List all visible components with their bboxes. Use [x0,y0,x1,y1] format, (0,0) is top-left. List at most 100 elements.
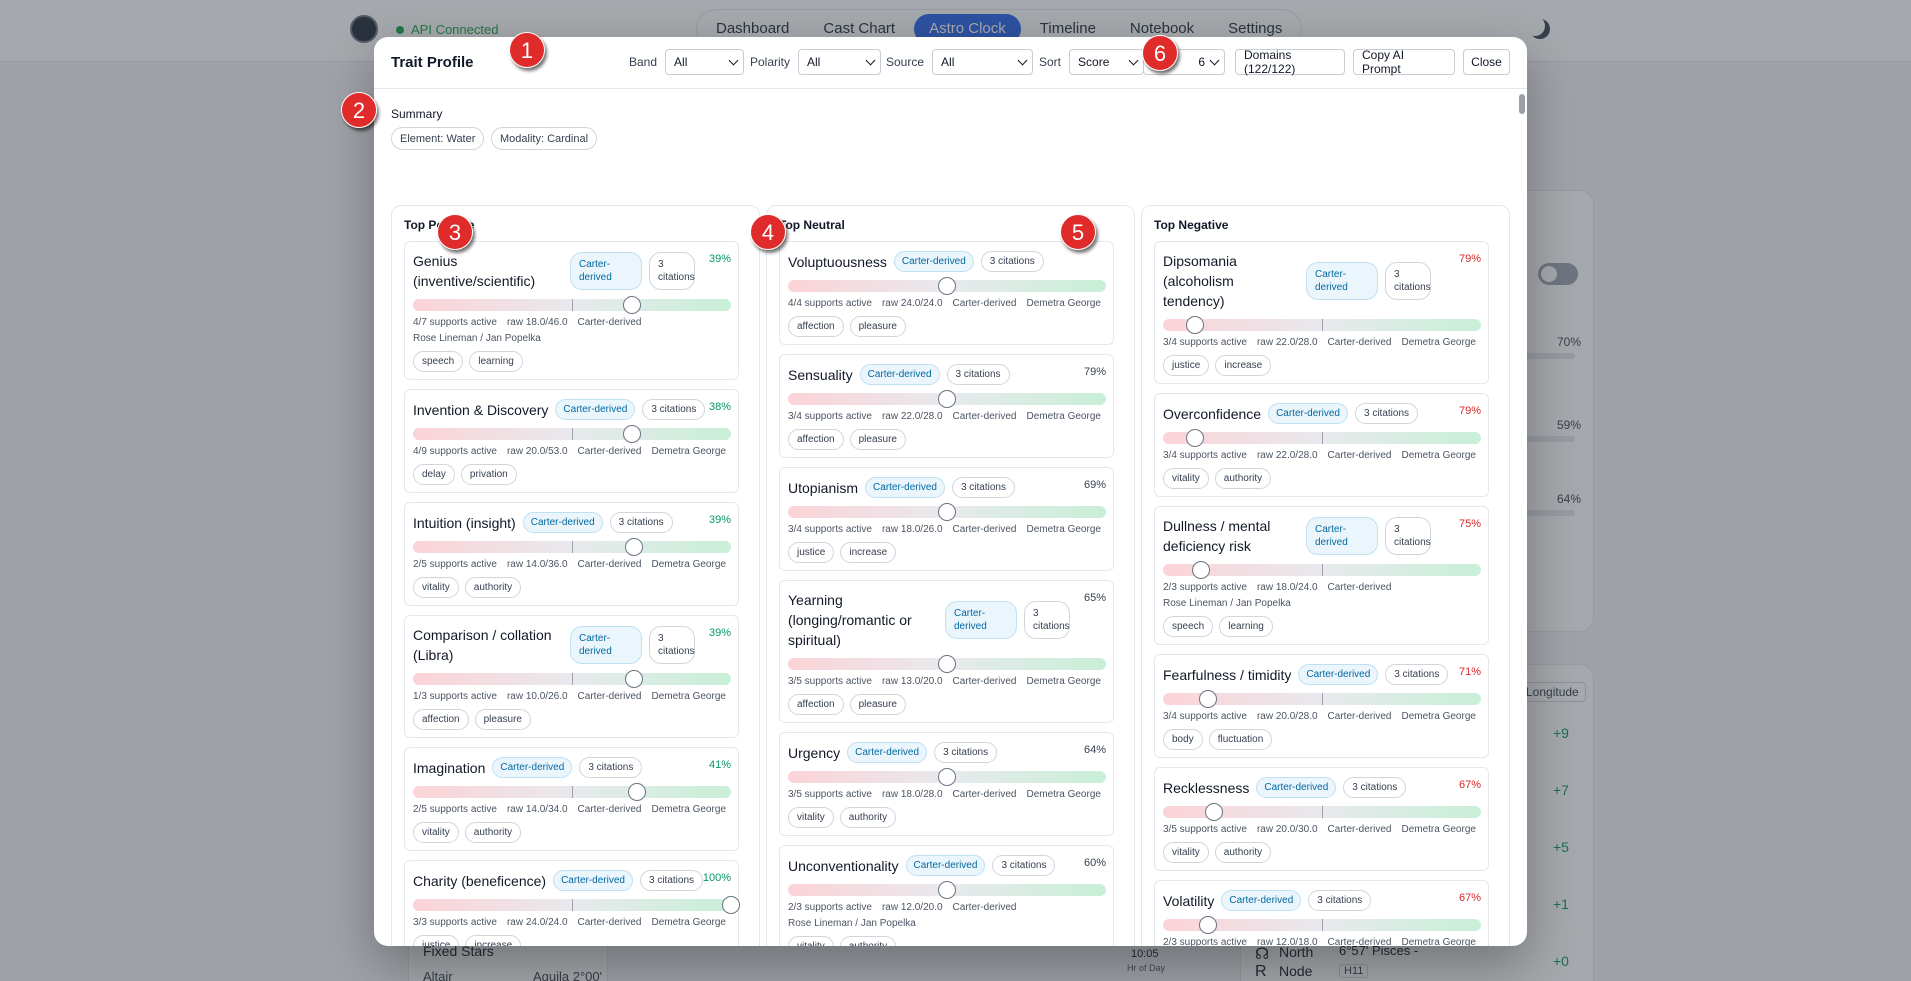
citations-badge[interactable]: 3 citations [1385,262,1431,300]
polarity-select[interactable]: All [798,49,882,75]
citations-badge[interactable]: 3 citations [1024,601,1070,639]
domain-tag[interactable]: vitality [1163,468,1209,489]
domain-tag[interactable]: increase [840,542,897,563]
summary-chip: Element: Water [391,127,485,150]
citations-badge[interactable]: 3 citations [992,855,1056,876]
domain-tag[interactable]: vitality [788,807,834,828]
citations-badge[interactable]: 3 citations [609,512,673,533]
domain-tag[interactable]: authority [839,936,897,946]
domain-tag[interactable]: vitality [788,936,834,946]
trait-card[interactable]: Sensuality Carter-derived 3 citations 79% 3/… [779,354,1114,458]
domain-tag[interactable]: increase [1215,355,1272,376]
raw-score: raw 18.0/28.0 [881,789,943,800]
domain-tag[interactable]: justice [1163,355,1210,376]
citations-badge[interactable]: 3 citations [1343,777,1407,798]
domain-tag[interactable]: vitality [413,822,459,843]
domain-tag[interactable]: authority [464,577,522,598]
trait-card[interactable]: Genius (inventive/scientific) Carter-deri… [404,241,739,380]
domain-tag[interactable]: justice [788,542,835,563]
domain-tag[interactable]: fluctuation [1208,729,1273,750]
source-badge: Carter-derived [492,757,573,778]
trait-card[interactable]: Dullness / mental deficiency risk Carter-… [1154,506,1489,645]
domain-tag[interactable]: body [1163,729,1203,750]
trait-card[interactable]: Voluptuousness Carter-derived 3 citations 4… [779,241,1114,345]
citations-badge[interactable]: 3 citations [579,757,643,778]
sort-select[interactable]: Score [1069,49,1145,75]
trait-card-header: Dullness / mental deficiency risk Carter-… [1163,516,1481,556]
citations-badge[interactable]: 3 citations [1385,517,1431,555]
trait-meta: 3/5 supports active raw 20.0/30.0 Carter-d… [1163,824,1481,835]
domain-tag[interactable]: speech [1163,616,1214,637]
close-button[interactable]: Close [1463,49,1510,75]
trait-name: Dullness / mental deficiency risk [1163,518,1271,554]
trait-meta: 3/4 supports active raw 22.0/28.0 Carter-d… [788,411,1106,422]
trait-card[interactable]: Intuition (insight) Carter-derived 3 citat… [404,502,739,606]
domains-button[interactable]: Domains (122/122) [1235,48,1345,76]
trait-card[interactable]: Volatility Carter-derived 3 citations 67% 2/… [1154,880,1489,946]
trait-card[interactable]: Recklessness Carter-derived 3 citations 67%… [1154,767,1489,871]
domain-tag[interactable]: learning [1219,616,1273,637]
trait-card[interactable]: Urgency Carter-derived 3 citations 64% 3/5 s… [779,732,1114,836]
trait-card[interactable]: Unconventionality Carter-derived 3 citatio… [779,845,1114,946]
source-name: Carter-derived [577,446,642,457]
band-select[interactable]: All [665,49,745,75]
trait-card[interactable]: Fearfulness / timidity Carter-derived 3 ci… [1154,654,1489,758]
bar-center-line [1322,432,1323,444]
source-name: Carter-derived [1327,937,1392,946]
domain-tag[interactable]: authority [464,822,522,843]
citations-badge[interactable]: 3 citations [649,626,695,664]
trait-card[interactable]: Comparison / collation (Libra) Carter-der… [404,615,739,738]
citations-badge[interactable]: 3 citations [1385,664,1449,685]
trait-card[interactable]: Yearning (longing/romantic or spiritual)… [779,580,1114,723]
trait-card[interactable]: Charity (beneficence) Carter-derived 3 cit… [404,860,740,946]
citations-badge[interactable]: 3 citations [946,364,1010,385]
citations-badge[interactable]: 3 citations [639,870,704,891]
domain-tag[interactable]: justice [413,935,460,946]
domain-tag[interactable]: affection [788,694,844,715]
domain-tag[interactable]: vitality [1163,842,1209,863]
bar-center-line [1322,319,1323,331]
trait-card-header: Dipsomania (alcoholism tendency) Carter-d… [1163,251,1481,311]
domain-tag[interactable]: privation [460,464,517,485]
author-name: Rose Lineman / Jan Popelka [413,333,541,344]
trait-card[interactable]: Overconfidence Carter-derived 3 citations 7… [1154,393,1489,497]
citations-badge[interactable]: 3 citations [1354,403,1419,424]
annotation-marker: 2 [341,92,377,128]
trait-card[interactable]: Imagination Carter-derived 3 citations 41% 2… [404,747,739,851]
domain-tag[interactable]: speech [413,351,464,372]
domain-tag[interactable]: authority [1214,842,1272,863]
supports-active: 3/4 supports active [1163,450,1247,461]
domain-tag[interactable]: delay [413,464,455,485]
domain-tag[interactable]: increase [465,935,522,946]
citations-badge[interactable]: 3 citations [642,399,706,420]
domain-tag[interactable]: authority [839,807,897,828]
chevron-down-icon [865,55,876,65]
domain-tag[interactable]: affection [413,709,469,730]
copy-ai-prompt-button[interactable]: Copy AI Prompt [1353,48,1455,76]
raw-score: raw 14.0/36.0 [506,559,568,570]
domain-tag[interactable]: pleasure [849,316,906,337]
trait-name: Dipsomania (alcoholism tendency) [1163,253,1237,309]
domain-tag[interactable]: affection [788,429,844,450]
citations-badge[interactable]: 3 citations [934,742,998,763]
trait-card[interactable]: Utopianism Carter-derived 3 citations 69% 3/… [779,467,1114,571]
domain-tag[interactable]: vitality [413,577,459,598]
domain-tag[interactable]: learning [469,351,523,372]
domain-tag[interactable]: pleasure [474,709,531,730]
domain-tag[interactable]: affection [788,316,844,337]
scrollbar[interactable] [1519,94,1525,114]
citations-badge[interactable]: 3 citations [649,252,695,290]
trait-card[interactable]: Invention & Discovery Carter-derived 3 cit… [404,389,739,493]
source-name: Carter-derived [1327,337,1392,348]
citations-badge[interactable]: 3 citations [980,251,1044,272]
trait-meta: 4/9 supports active raw 20.0/53.0 Carter-d… [413,446,731,457]
citations-badge[interactable]: 3 citations [1308,890,1372,911]
citations-badge[interactable]: 3 citations [951,477,1015,498]
raw-score: raw 18.0/46.0 [506,317,568,328]
domain-tag[interactable]: authority [1214,468,1272,489]
source-name: Carter-derived [952,298,1017,309]
source-select[interactable]: All [932,49,1034,75]
domain-tag[interactable]: pleasure [849,429,906,450]
trait-card[interactable]: Dipsomania (alcoholism tendency) Carter-d… [1154,241,1489,384]
domain-tag[interactable]: pleasure [849,694,906,715]
